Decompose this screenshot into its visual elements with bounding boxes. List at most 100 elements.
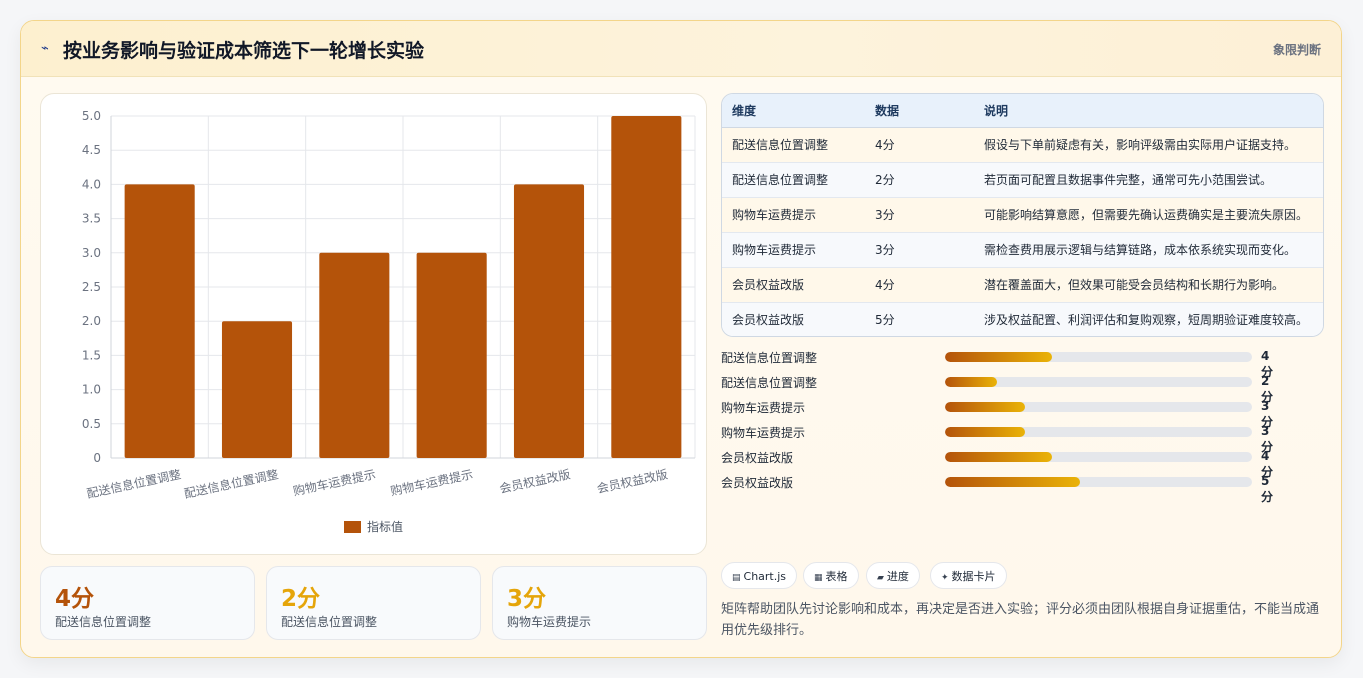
- table-row: 购物车运费提示 3分 可能影响结算意愿，但需要先确认运费确实是主要流失原因。: [722, 197, 1323, 233]
- stat-value: 4分: [55, 586, 95, 612]
- progress-row: 会员权益改版 5分: [721, 472, 1281, 504]
- stat-value: 3分: [507, 586, 547, 612]
- y-tick-label: 3.0: [82, 246, 101, 260]
- footnote: 矩阵帮助团队先讨论影响和成本，再决定是否进入实验；评分必须由团队根据自身证据重估…: [721, 602, 1320, 638]
- progress-label: 配送信息位置调整: [721, 351, 818, 365]
- x-tick-label: 购物车运费提示: [389, 466, 474, 498]
- cell-data: 2分: [865, 162, 974, 198]
- table-icon: ▦: [814, 573, 823, 583]
- x-tick-label: 配送信息位置调整: [85, 466, 182, 501]
- progress-label: 会员权益改版: [721, 451, 794, 465]
- cell-dimension: 购物车运费提示: [722, 197, 865, 233]
- cell-dimension: 购物车运费提示: [722, 232, 865, 268]
- stat-label: 配送信息位置调整: [55, 615, 152, 629]
- progress-row: 配送信息位置调整 2分: [721, 372, 1281, 404]
- stat-card-3: 3分 购物车运费提示: [492, 566, 707, 640]
- chip-data-card[interactable]: ✦ 数据卡片: [930, 562, 1007, 589]
- stat-card-1: 4分 配送信息位置调整: [40, 566, 255, 640]
- chip-progress[interactable]: ▰ 进度: [866, 562, 920, 589]
- column-header-dimension: 维度: [722, 94, 865, 128]
- x-tick-label: 会员权益改版: [596, 467, 669, 496]
- y-tick-label: 4.5: [82, 143, 101, 157]
- cell-data: 3分: [865, 197, 974, 233]
- progress-value: 5分: [1261, 474, 1274, 504]
- progress-row: 购物车运费提示 3分: [721, 422, 1281, 454]
- column-header-data: 数据: [865, 94, 974, 128]
- cell-description: 可能影响结算意愿，但需要先确认运费确实是主要流失原因。: [974, 197, 1323, 233]
- progress-track: [945, 452, 1252, 462]
- table-row: 配送信息位置调整 4分 假设与下单前疑虑有关，影响评级需由实际用户证据支持。: [722, 127, 1323, 163]
- x-tick-label: 配送信息位置调整: [183, 466, 280, 501]
- progress-list: 配送信息位置调整 4分 配送信息位置调整 2分 购物车运费提示 3分 购物车运费…: [721, 347, 1281, 504]
- progress-row: 会员权益改版 4分: [721, 447, 1281, 479]
- cell-description: 若页面可配置且数据事件完整，通常可先小范围尝试。: [974, 162, 1323, 198]
- stat-label: 配送信息位置调整: [281, 615, 378, 629]
- table-row: 会员权益改版 4分 潜在覆盖面大，但效果可能受会员结构和长期行为影响。: [722, 267, 1323, 303]
- progress-label: 配送信息位置调整: [721, 376, 818, 390]
- table-header-row: 维度 数据 说明: [722, 94, 1323, 128]
- cell-data: 4分: [865, 267, 974, 303]
- y-tick-label: 0.5: [82, 417, 101, 431]
- chip-chartjs[interactable]: ▤ Chart.js: [721, 562, 798, 589]
- progress-fill: [945, 377, 998, 387]
- chip-table[interactable]: ▦ 表格: [803, 562, 859, 589]
- chip-label: 数据卡片: [951, 570, 996, 583]
- y-tick-label: 2.5: [82, 280, 101, 294]
- stat-label: 购物车运费提示: [507, 615, 592, 629]
- cell-dimension: 配送信息位置调整: [722, 162, 865, 198]
- cell-description: 潜在覆盖面大，但效果可能受会员结构和长期行为影响。: [974, 267, 1323, 303]
- x-tick-label: 会员权益改版: [498, 467, 571, 496]
- stat-value: 2分: [281, 586, 321, 612]
- cell-dimension: 配送信息位置调整: [722, 127, 865, 163]
- column-header-description: 说明: [974, 94, 1323, 128]
- progress-track: [945, 427, 1252, 437]
- y-tick-label: 0: [93, 451, 101, 465]
- data-table: 维度 数据 说明 配送信息位置调整 4分 假设与下单前疑虑有关，影响评级需由实际…: [721, 93, 1324, 337]
- progress-row: 配送信息位置调整 4分: [721, 347, 1281, 379]
- cell-dimension: 会员权益改版: [722, 267, 865, 303]
- y-tick-label: 5.0: [82, 109, 101, 123]
- y-tick-label: 1.0: [82, 383, 101, 397]
- bar: [124, 184, 195, 458]
- bar: [611, 116, 682, 458]
- legend-swatch: [344, 521, 361, 533]
- cell-description: 涉及权益配置、利润评估和复购观察，短周期验证难度较高。: [984, 313, 1309, 328]
- bar-chart: 0 0.5 1.0 1.5 2.0 2.5 3.0 3.5 4.0 4.5 5.0 配送信息位置调整配…: [82, 109, 696, 534]
- progress-track: [945, 352, 1252, 362]
- quadrant-badge: 象限判断: [1272, 43, 1321, 57]
- progress-fill: [945, 427, 1025, 437]
- progress-track: [945, 402, 1252, 412]
- table-row: 配送信息位置调整 2分 若页面可配置且数据事件完整，通常可先小范围尝试。: [722, 162, 1323, 198]
- stat-card-2: 2分 配送信息位置调整: [266, 566, 481, 640]
- progress-fill: [945, 402, 1025, 412]
- bar-chart-panel: 0 0.5 1.0 1.5 2.0 2.5 3.0 3.5 4.0 4.5 5.0 配送信息位置调整配…: [40, 93, 707, 555]
- progress-icon: ▰: [877, 573, 884, 583]
- progress-label: 购物车运费提示: [721, 401, 806, 415]
- progress-track: [945, 377, 1252, 387]
- progress-track: [945, 477, 1252, 487]
- progress-fill: [945, 352, 1053, 362]
- lightning-icon: ⌁: [41, 41, 49, 56]
- progress-label: 会员权益改版: [721, 476, 794, 490]
- progress-label: 购物车运费提示: [721, 426, 806, 440]
- progress-fill: [945, 477, 1081, 487]
- cell-description: 假设与下单前疑虑有关，影响评级需由实际用户证据支持。: [974, 127, 1323, 163]
- progress-row: 购物车运费提示 3分: [721, 397, 1281, 429]
- cell-data: 4分: [865, 127, 974, 163]
- y-tick-label: 2.0: [82, 314, 101, 328]
- bar: [221, 321, 293, 458]
- main-card: ⌁ 按业务影响与验证成本筛选下一轮增长实验 象限判断 0 0.5 1.0 1.5 2.0…: [20, 20, 1342, 658]
- chip-label: Chart.js: [743, 570, 787, 583]
- progress-fill: [945, 452, 1053, 462]
- bar: [319, 252, 390, 458]
- cell-description: 需检查费用展示逻辑与结算链路，成本依系统实现而变化。: [974, 232, 1323, 268]
- page-title: 按业务影响与验证成本筛选下一轮增长实验: [63, 40, 425, 62]
- card-header: ⌁ 按业务影响与验证成本筛选下一轮增长实验 象限判断: [21, 21, 1341, 77]
- sparkle-icon: ✦: [941, 573, 949, 583]
- legend-label: 指标值: [367, 519, 403, 534]
- bar: [416, 252, 487, 458]
- y-tick-label: 1.5: [82, 348, 101, 362]
- cell-data: 3分: [865, 232, 974, 268]
- y-tick-label: 4.0: [82, 177, 101, 191]
- chip-label: 表格: [825, 570, 848, 583]
